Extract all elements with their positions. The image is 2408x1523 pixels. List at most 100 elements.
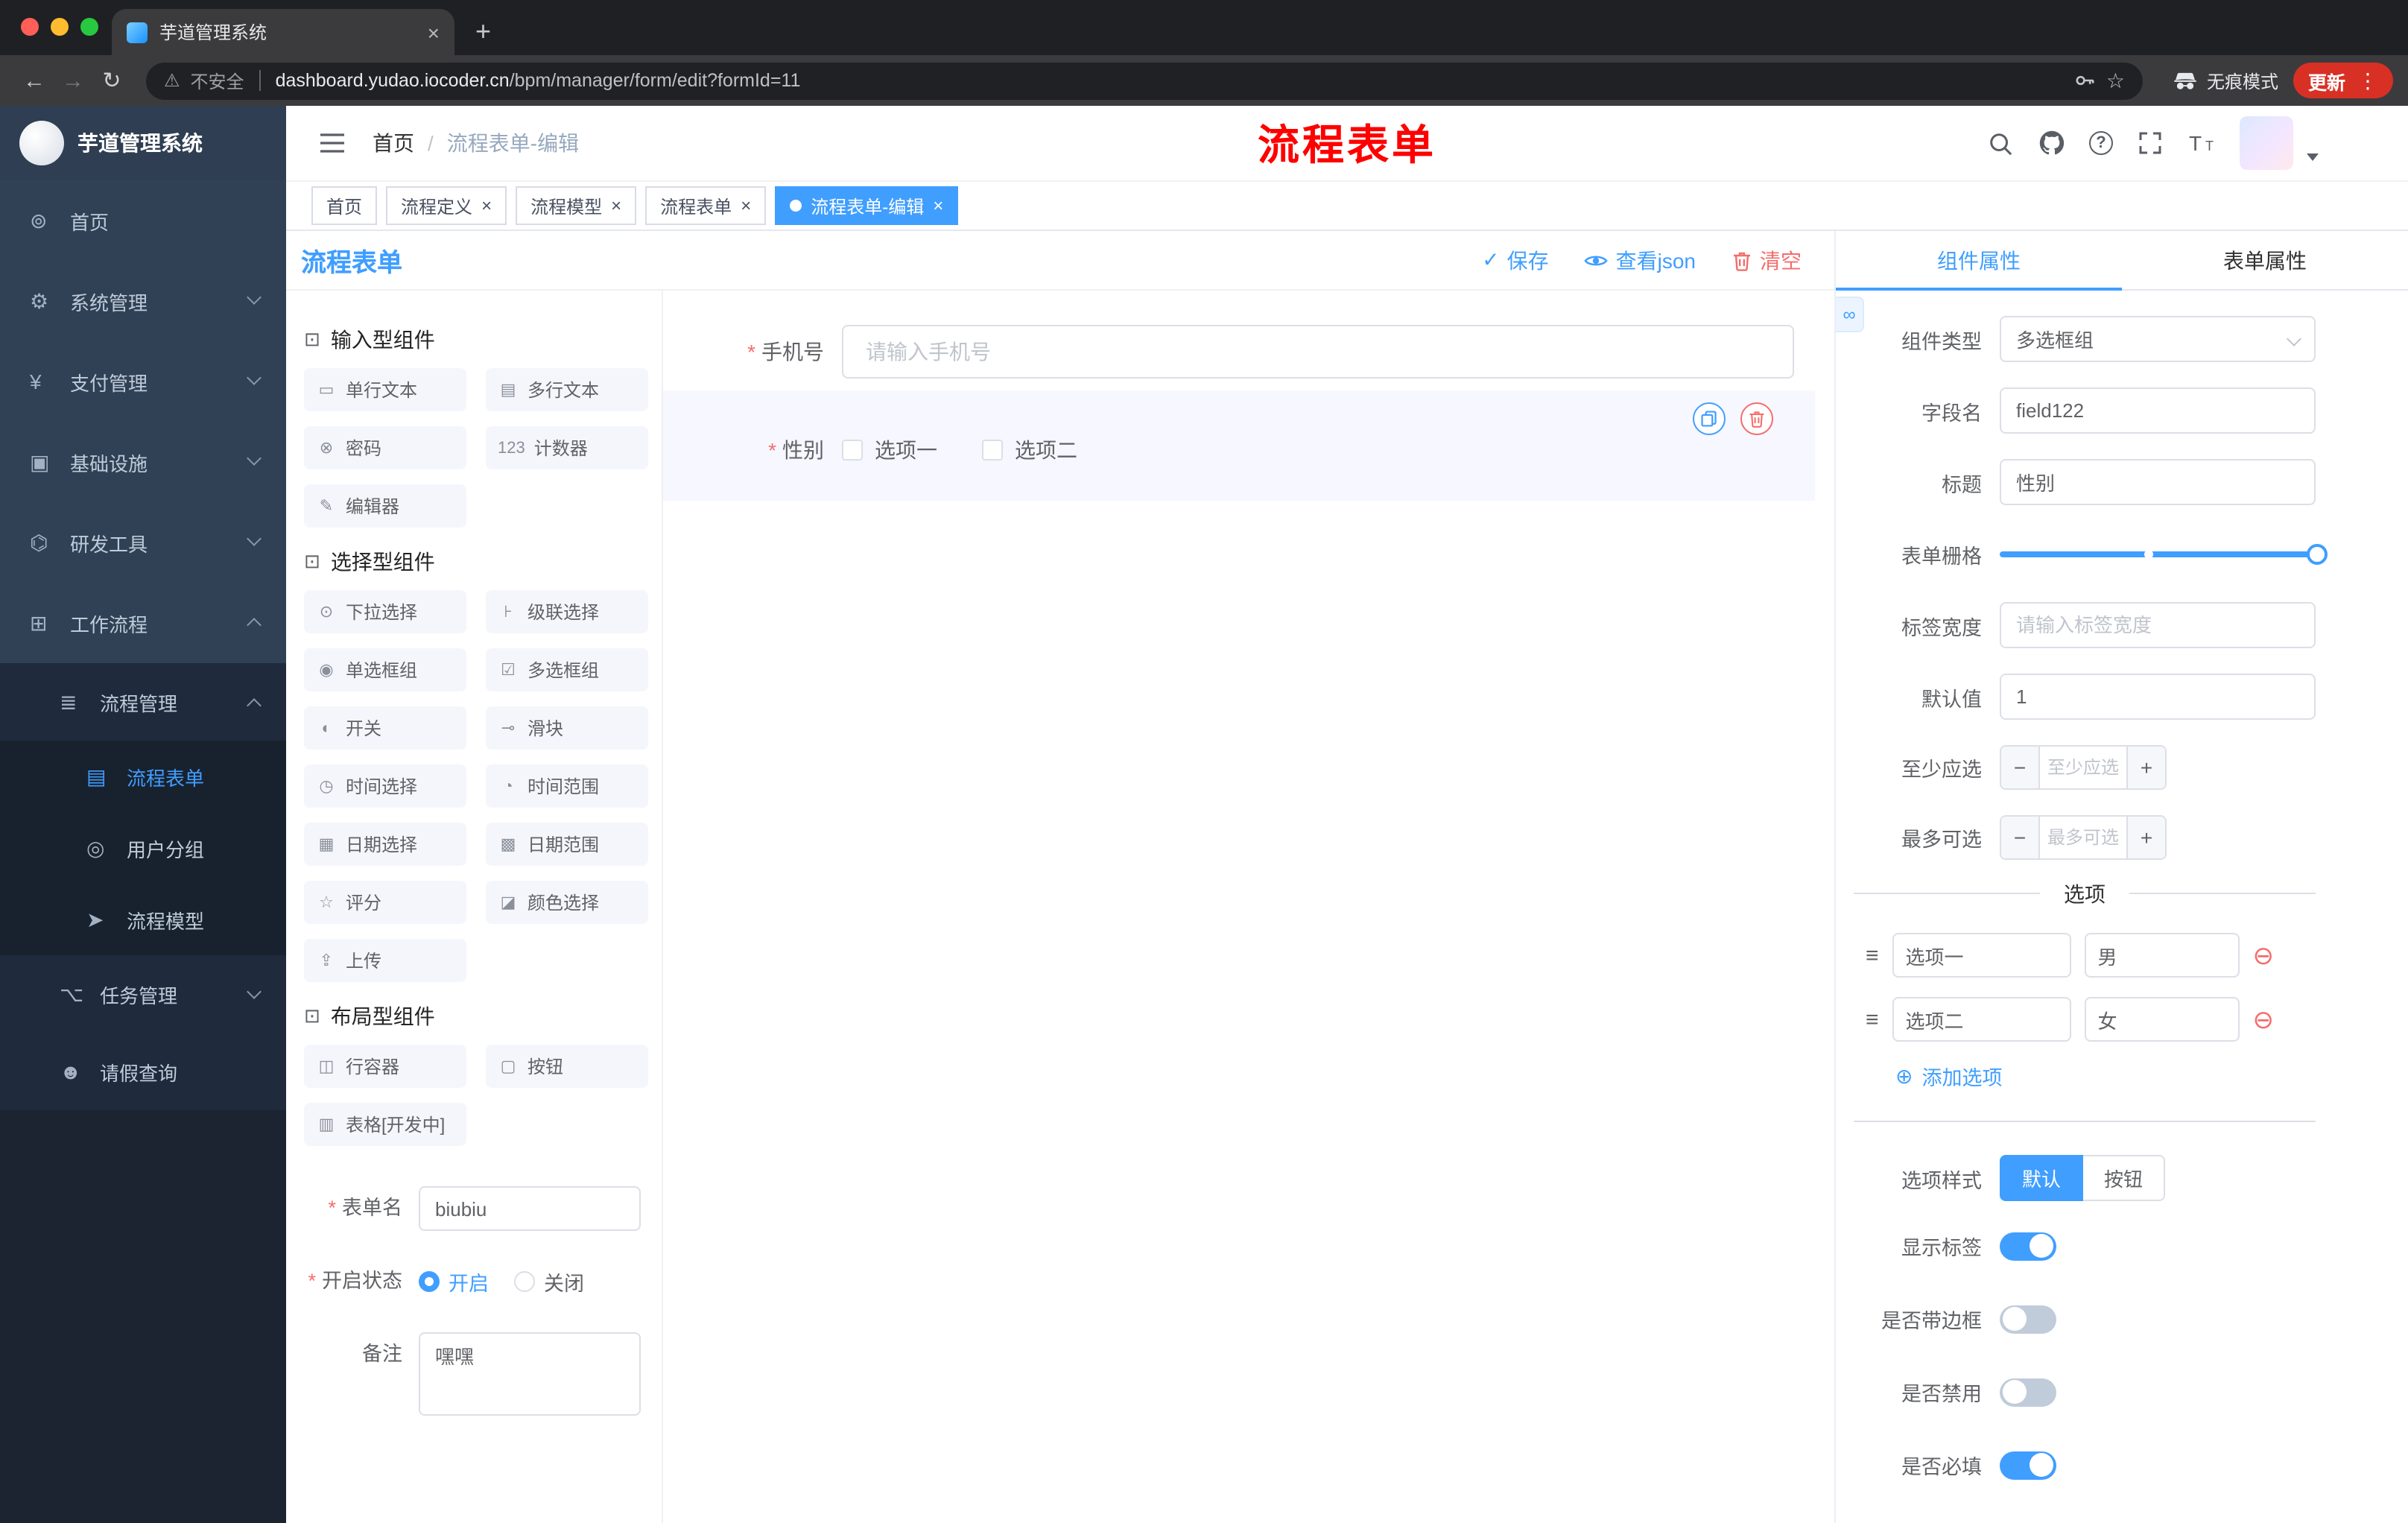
sidebar-item-workflow[interactable]: ⊞ 工作流程: [0, 583, 286, 663]
sidebar-item-user-group[interactable]: ◎ 用户分组: [0, 812, 286, 884]
component-chip[interactable]: ◫ 行容器: [304, 1045, 466, 1088]
sidebar-item-process-model[interactable]: ➤ 流程模型: [0, 884, 286, 955]
component-chip[interactable]: ⊗ 密码: [304, 426, 466, 469]
forward-button[interactable]: →: [54, 68, 92, 93]
component-chip[interactable]: ▦ 日期选择: [304, 823, 466, 866]
zoom-window-button[interactable]: [80, 18, 98, 36]
increase-button[interactable]: +: [2126, 817, 2165, 858]
component-chip[interactable]: ◔ 时间范围: [486, 764, 648, 808]
reload-button[interactable]: ↻: [92, 67, 131, 94]
hamburger-icon[interactable]: [319, 133, 346, 153]
sidebar-item-process-mgmt[interactable]: ≣ 流程管理: [0, 663, 286, 741]
close-icon[interactable]: ×: [481, 197, 492, 215]
increase-button[interactable]: +: [2126, 747, 2165, 788]
component-chip[interactable]: ◷ 时间选择: [304, 764, 466, 808]
tag-process-form-edit[interactable]: 流程表单-编辑 ×: [775, 186, 959, 225]
address-bar[interactable]: ⚠ 不安全 dashboard.yudao.iocoder.cn/bpm/man…: [146, 62, 2143, 99]
back-button[interactable]: ←: [15, 68, 54, 93]
default-value-input[interactable]: [2000, 674, 2316, 720]
tag-process-form[interactable]: 流程表单 ×: [645, 186, 767, 225]
minimize-window-button[interactable]: [51, 18, 69, 36]
add-option-button[interactable]: ⊕ 添加选项: [1895, 1061, 2316, 1091]
sidebar-item-task-mgmt[interactable]: ⌥ 任务管理: [0, 955, 286, 1033]
tag-home[interactable]: 首页: [311, 186, 378, 225]
max-select-input[interactable]: [2040, 817, 2126, 858]
github-icon[interactable]: [2037, 128, 2067, 158]
component-chip[interactable]: ⊸ 滑块: [486, 706, 648, 750]
field-name-input[interactable]: [2000, 387, 2316, 434]
component-chip[interactable]: ⊙ 下拉选择: [304, 590, 466, 633]
component-chip[interactable]: ▢ 按钮: [486, 1045, 648, 1088]
font-size-icon[interactable]: TT: [2187, 128, 2217, 158]
gender-option-1-checkbox[interactable]: 选项一: [842, 435, 937, 465]
close-window-button[interactable]: [21, 18, 39, 36]
sidebar-item-leave-query[interactable]: ☻ 请假查询: [0, 1033, 286, 1110]
title-input[interactable]: [2000, 459, 2316, 505]
form-name-input[interactable]: [419, 1186, 641, 1231]
link-badge-icon[interactable]: ∞: [1836, 297, 1864, 332]
gender-option-2-checkbox[interactable]: 选项二: [982, 435, 1077, 465]
component-chip[interactable]: ⊦ 级联选择: [486, 590, 648, 633]
drag-handle-icon[interactable]: ≡: [1866, 1007, 1879, 1032]
app-logo[interactable]: 芋道管理系统: [0, 106, 286, 180]
component-chip[interactable]: ▭ 单行文本: [304, 368, 466, 411]
phone-field-row[interactable]: 手机号: [663, 325, 1794, 379]
component-chip[interactable]: ▥ 表格[开发中]: [304, 1103, 466, 1146]
component-chip[interactable]: ▤ 多行文本: [486, 368, 648, 411]
option-value-input[interactable]: [2084, 997, 2240, 1042]
tab-component-props[interactable]: 组件属性: [1836, 231, 2122, 291]
status-on-radio[interactable]: 开启: [419, 1267, 489, 1296]
component-chip[interactable]: ◐ 开关: [304, 706, 466, 750]
sidebar-item-infrastructure[interactable]: ▣ 基础设施: [0, 422, 286, 502]
tab-close-icon[interactable]: ×: [428, 22, 440, 42]
tag-process-definition[interactable]: 流程定义 ×: [386, 186, 507, 225]
menu-dots-icon[interactable]: ⋮: [2357, 68, 2378, 93]
browser-tab[interactable]: 芋道管理系统 ×: [112, 9, 454, 55]
decrease-button[interactable]: −: [2001, 817, 2040, 858]
component-chip[interactable]: 123 计数器: [486, 426, 648, 469]
component-chip[interactable]: ⇪ 上传: [304, 939, 466, 982]
save-button[interactable]: ✓ 保存: [1482, 245, 1548, 275]
delete-button[interactable]: [1740, 402, 1773, 435]
sidebar-item-system-mgmt[interactable]: ⚙ 系统管理: [0, 261, 286, 341]
clear-button[interactable]: 清空: [1731, 245, 1802, 275]
breadcrumb-home[interactable]: 首页: [373, 128, 414, 158]
phone-field-input[interactable]: [842, 325, 1794, 379]
avatar-caret-icon[interactable]: [2307, 153, 2319, 161]
fullscreen-icon[interactable]: [2135, 128, 2165, 158]
decrease-button[interactable]: −: [2001, 747, 2040, 788]
password-key-icon[interactable]: [2075, 70, 2096, 91]
disabled-switch[interactable]: [2000, 1378, 2056, 1406]
status-off-radio[interactable]: 关闭: [514, 1267, 584, 1296]
component-chip[interactable]: ✎ 编辑器: [304, 484, 466, 528]
slider-thumb[interactable]: [2307, 543, 2328, 564]
show-label-switch[interactable]: [2000, 1232, 2056, 1260]
style-button-button[interactable]: 按钮: [2083, 1155, 2166, 1201]
bookmark-star-icon[interactable]: ☆: [2106, 68, 2125, 93]
option-label-input[interactable]: [1892, 997, 2071, 1042]
style-default-button[interactable]: 默认: [2000, 1155, 2084, 1201]
label-width-input[interactable]: [2000, 602, 2316, 648]
sidebar-item-payment-mgmt[interactable]: ¥ 支付管理: [0, 341, 286, 422]
required-switch[interactable]: [2000, 1451, 2056, 1479]
help-icon[interactable]: ?: [2089, 131, 2113, 155]
form-grid-slider[interactable]: [2000, 531, 2328, 577]
sidebar-item-dev-tools[interactable]: ⌬ 研发工具: [0, 502, 286, 583]
tab-form-props[interactable]: 表单属性: [2122, 231, 2408, 289]
drag-handle-icon[interactable]: ≡: [1866, 943, 1879, 968]
component-chip[interactable]: ◉ 单选框组: [304, 648, 466, 691]
border-switch[interactable]: [2000, 1305, 2056, 1333]
remove-option-icon[interactable]: ⊖: [2253, 943, 2275, 968]
option-label-input[interactable]: [1892, 933, 2071, 978]
copy-button[interactable]: [1693, 402, 1726, 435]
component-chip[interactable]: ▩ 日期范围: [486, 823, 648, 866]
sidebar-item-home[interactable]: ⊚ 首页: [0, 180, 286, 261]
tag-process-model[interactable]: 流程模型 ×: [516, 186, 637, 225]
option-value-input[interactable]: [2084, 933, 2240, 978]
component-chip[interactable]: ☆ 评分: [304, 881, 466, 924]
component-type-select[interactable]: 多选框组: [2000, 316, 2316, 362]
view-json-button[interactable]: 查看json: [1585, 245, 1696, 275]
selected-gender-field[interactable]: 性别 选项一 选项二: [663, 390, 1815, 501]
close-icon[interactable]: ×: [741, 197, 751, 215]
search-icon[interactable]: [1985, 128, 2015, 158]
